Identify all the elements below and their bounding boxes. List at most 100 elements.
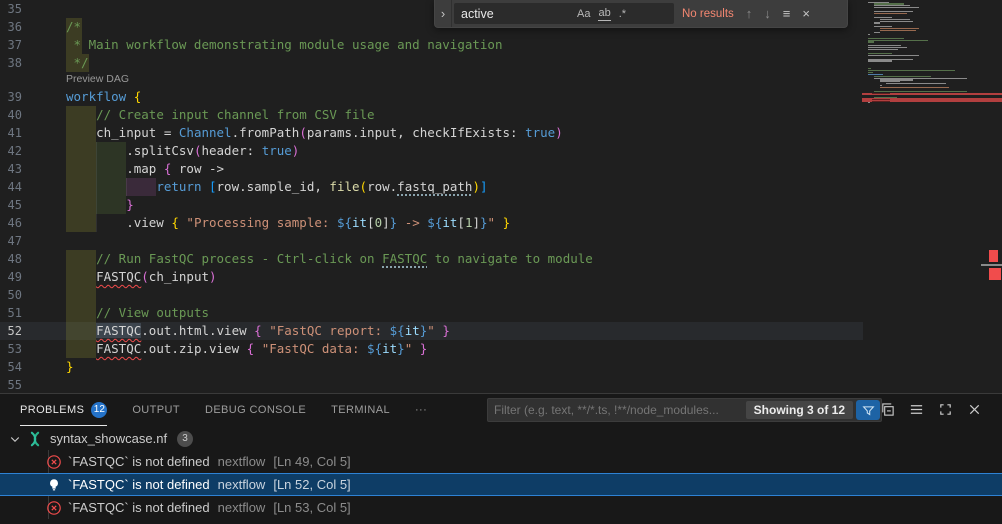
code-text: FASTQC.out.zip.view { "FastQC data: ${it… — [66, 340, 427, 358]
code-line[interactable]: 52 FASTQC.out.html.view { "FastQC report… — [0, 322, 863, 340]
problem-row[interactable]: `FASTQC` is not definednextflow[Ln 53, C… — [0, 496, 1002, 519]
find-query-input[interactable] — [454, 7, 573, 21]
minimap-line — [874, 7, 919, 8]
tab-terminal[interactable]: TERMINAL — [331, 395, 390, 426]
code-line[interactable]: 46 .view { "Processing sample: ${it[0]} … — [0, 214, 863, 232]
code-text: workflow { — [66, 88, 141, 106]
close-panel-icon[interactable] — [967, 402, 982, 417]
code-text: .splitCsv(header: true) — [66, 142, 299, 160]
code-line[interactable]: 43 .map { row -> — [0, 160, 863, 178]
code-line[interactable]: 45 } — [0, 196, 863, 214]
code-token: 0 — [375, 215, 383, 230]
problem-message: `FASTQC` is not defined — [68, 454, 210, 469]
find-previous-icon[interactable]: ↑ — [746, 6, 753, 21]
line-number: 37 — [0, 36, 22, 54]
find-toggle-chevron-icon[interactable]: › — [435, 0, 452, 27]
code-text: // Run FastQC process - Ctrl-click on FA… — [66, 250, 593, 268]
problems-file-name: syntax_showcase.nf — [50, 431, 167, 446]
problem-source: nextflow — [218, 500, 266, 515]
code-line[interactable]: 40 // Create input channel from CSV file — [0, 106, 863, 124]
code-line[interactable]: 53 FASTQC.out.zip.view { "FastQC data: $… — [0, 340, 863, 358]
regex-icon[interactable]: .* — [619, 7, 626, 21]
problem-location: [Ln 53, Col 5] — [273, 500, 350, 515]
code-line[interactable]: 50 — [0, 286, 863, 304]
tab-debug-console[interactable]: DEBUG CONSOLE — [205, 395, 306, 426]
code-token: .fromPath — [232, 125, 300, 140]
find-close-icon[interactable]: × — [802, 6, 810, 21]
code-line[interactable]: 55 — [0, 376, 863, 394]
code-text: FASTQC(ch_input) — [66, 268, 217, 286]
minimap-line — [874, 32, 880, 33]
problem-row[interactable]: `FASTQC` is not definednextflow[Ln 52, C… — [0, 473, 1002, 496]
minimap-line — [868, 34, 870, 35]
code-token: row.sample_id, — [217, 179, 330, 194]
code-line[interactable]: 39 workflow { — [0, 88, 863, 106]
code-token — [254, 341, 262, 356]
line-number: 41 — [0, 124, 22, 142]
code-token: } — [480, 215, 488, 230]
code-text: return [row.sample_id, file(row.fastq_pa… — [66, 178, 488, 196]
code-token: ] — [480, 179, 488, 194]
problem-rows: `FASTQC` is not defined nextflow [Ln 49, C… — [0, 450, 1002, 519]
code-editor[interactable]: 3536/*37 * Main workflow demonstrating m… — [0, 0, 1002, 393]
minimap-line — [886, 83, 946, 84]
problem-location: [Ln 49, Col 5] — [273, 454, 350, 469]
code-token — [495, 215, 503, 230]
find-next-icon[interactable]: ↓ — [764, 6, 771, 21]
code-token: .map — [66, 161, 164, 176]
code-line[interactable]: 49 FASTQC(ch_input) — [0, 268, 863, 286]
tab-problems[interactable]: PROBLEMS12 — [20, 395, 107, 426]
code-token: } — [442, 323, 450, 338]
problem-source: nextflow — [218, 477, 266, 492]
find-input-box[interactable]: Aa ab .* — [454, 3, 674, 24]
filter-funnel-icon[interactable] — [856, 400, 880, 420]
code-token: { — [134, 89, 142, 104]
code-token: ${ — [367, 341, 382, 356]
line-number: 55 — [0, 376, 22, 394]
find-in-selection-icon[interactable]: ≡ — [783, 6, 791, 21]
minimap-line — [862, 93, 1002, 95]
code-token: } — [503, 215, 511, 230]
chevron-down-icon[interactable] — [9, 433, 21, 445]
code-line[interactable]: 48 // Run FastQC process - Ctrl-click on… — [0, 250, 863, 268]
code-token: -> — [397, 215, 427, 230]
code-line[interactable]: 41 ch_input = Channel.fromPath(params.in… — [0, 124, 863, 142]
code-line[interactable]: 37 * Main workflow demonstrating module … — [0, 36, 863, 54]
line-number: 39 — [0, 88, 22, 106]
problems-filter-input[interactable] — [488, 402, 746, 418]
tab-output[interactable]: OUTPUT — [132, 395, 180, 426]
problem-row[interactable]: `FASTQC` is not definednextflow[Ln 49, C… — [0, 450, 1002, 473]
code-line[interactable]: 54} — [0, 358, 863, 376]
more-tabs-icon[interactable]: ··· — [415, 395, 427, 426]
code-text: // Create input channel from CSV file — [66, 106, 375, 124]
problem-location: [Ln 52, Col 5] — [273, 477, 350, 492]
match-case-icon[interactable]: Aa — [577, 7, 590, 21]
code-line[interactable]: 42 .splitCsv(header: true) — [0, 142, 863, 160]
whole-word-icon[interactable]: ab — [598, 6, 610, 21]
problems-count-badge: 12 — [91, 402, 107, 418]
codelens[interactable]: Preview DAG — [0, 72, 863, 88]
problems-file-row[interactable]: syntax_showcase.nf 3 — [0, 427, 1002, 450]
code-token — [66, 305, 96, 320]
code-token — [66, 251, 96, 266]
code-token: } — [126, 197, 134, 212]
code-line[interactable]: 38 */ — [0, 54, 863, 72]
code-token: ch_input = — [66, 125, 179, 140]
line-number: 47 — [0, 232, 22, 250]
code-token: "Processing sample: — [186, 215, 337, 230]
code-token: } — [397, 341, 405, 356]
code-token: /* — [66, 19, 81, 34]
line-number: 50 — [0, 286, 22, 304]
code-line[interactable]: 47 — [0, 232, 863, 250]
code-line[interactable]: 44 return [row.sample_id, file(row.fastq… — [0, 178, 863, 196]
code-token: .out.html.view — [141, 323, 254, 338]
maximize-panel-icon[interactable] — [938, 402, 953, 417]
view-as-table-icon[interactable] — [909, 402, 924, 417]
collapse-all-icon[interactable] — [880, 402, 895, 417]
problems-filter-box[interactable]: Showing 3 of 12 — [487, 398, 882, 422]
nextflow-file-icon — [27, 431, 43, 447]
code-token: return — [156, 179, 201, 194]
minimap-line — [868, 55, 919, 56]
code-line[interactable]: 51 // View outputs — [0, 304, 863, 322]
code-token: */ — [66, 55, 89, 70]
